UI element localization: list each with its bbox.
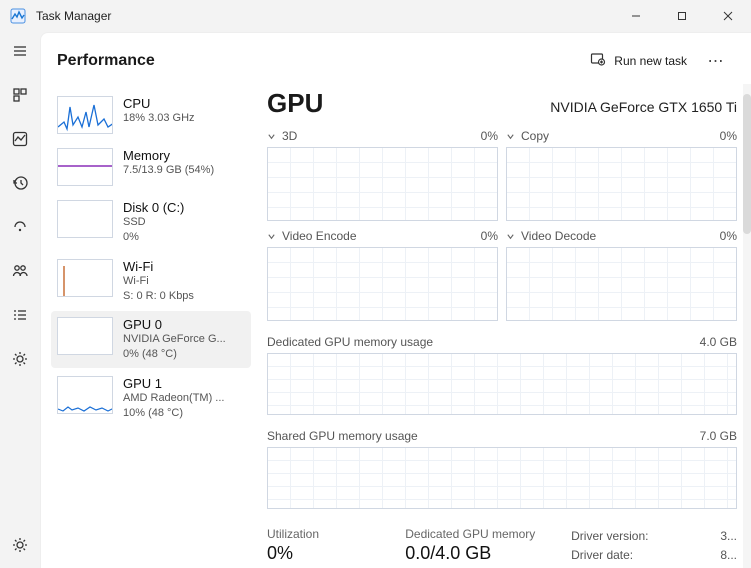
mini-label: Video Encode xyxy=(282,229,357,243)
run-new-task-label: Run new task xyxy=(614,54,687,68)
sidebar-item-title: Memory xyxy=(123,148,214,163)
sidebar-item-sub: AMD Radeon(TM) ... xyxy=(123,391,224,406)
chart-dedicated-mem[interactable] xyxy=(267,353,737,415)
maximize-button[interactable] xyxy=(659,0,705,32)
mini-chart-video-encode: Video Encode 0% xyxy=(267,225,498,321)
shared-mem-label: Shared GPU memory usage xyxy=(267,429,418,443)
gpu1-thumb xyxy=(57,376,113,414)
chart-video-encode[interactable] xyxy=(267,247,498,321)
page-title: Performance xyxy=(57,52,155,70)
sidebar-item-disk[interactable]: Disk 0 (C:) SSD 0% xyxy=(51,194,251,251)
startup-icon[interactable] xyxy=(9,216,31,238)
more-button[interactable]: ⋯ xyxy=(701,51,731,71)
chart-copy[interactable] xyxy=(506,147,737,221)
mem-value: 0.0/4.0 GB xyxy=(405,543,571,564)
content-card: Performance Run new task ⋯ CPU 18% 3.03 … xyxy=(40,32,751,568)
mini-value: 0% xyxy=(720,229,737,243)
chevron-down-icon[interactable] xyxy=(267,132,276,141)
gpu-title: GPU xyxy=(267,88,323,119)
sidebar-item-gpu0[interactable]: GPU 0 NVIDIA GeForce G... 0% (48 °C) xyxy=(51,311,251,368)
mini-label: 3D xyxy=(282,129,297,143)
users-icon[interactable] xyxy=(9,260,31,282)
sidebar-item-sub2: 10% (48 °C) xyxy=(123,406,224,421)
services-icon[interactable] xyxy=(9,348,31,370)
title-bar: Task Manager xyxy=(0,0,751,32)
mini-label: Video Decode xyxy=(521,229,596,243)
sidebar-item-title: GPU 0 xyxy=(123,317,226,332)
history-icon[interactable] xyxy=(9,172,31,194)
driver-version-value: 3... xyxy=(720,527,737,546)
nav-rail xyxy=(0,32,40,568)
chevron-down-icon[interactable] xyxy=(506,232,515,241)
driver-date-value: 8... xyxy=(720,546,737,565)
wifi-thumb xyxy=(57,259,113,297)
gpu0-thumb xyxy=(57,317,113,355)
performance-icon[interactable] xyxy=(9,128,31,150)
sidebar-item-title: Wi-Fi xyxy=(123,259,194,274)
mini-label: Copy xyxy=(521,129,549,143)
app-icon xyxy=(10,8,26,24)
sidebar-item-sub2: S: 0 R: 0 Kbps xyxy=(123,289,194,304)
sidebar-item-wifi[interactable]: Wi-Fi Wi-Fi S: 0 R: 0 Kbps xyxy=(51,253,251,310)
chart-3d[interactable] xyxy=(267,147,498,221)
sidebar-item-memory[interactable]: Memory 7.5/13.9 GB (54%) xyxy=(51,142,251,192)
disk-thumb xyxy=(57,200,113,238)
dedicated-mem-label: Dedicated GPU memory usage xyxy=(267,335,433,349)
run-new-task-button[interactable]: Run new task xyxy=(584,47,693,74)
mini-value: 0% xyxy=(481,129,498,143)
chevron-down-icon[interactable] xyxy=(506,132,515,141)
scrollbar-thumb[interactable] xyxy=(743,94,751,234)
main-panel: GPU NVIDIA GeForce GTX 1650 Ti 3D 0% Cop… xyxy=(251,84,743,568)
driver-date-label: Driver date: xyxy=(571,546,633,565)
minimize-button[interactable] xyxy=(613,0,659,32)
sidebar-item-title: Disk 0 (C:) xyxy=(123,200,184,215)
mini-value: 0% xyxy=(720,129,737,143)
mini-chart-3d: 3D 0% xyxy=(267,125,498,221)
gpu-device-name: NVIDIA GeForce GTX 1650 Ti xyxy=(550,99,737,115)
shared-mem-max: 7.0 GB xyxy=(700,429,737,443)
performance-sidebar: CPU 18% 3.03 GHz Memory 7.5/13.9 GB (54%… xyxy=(41,84,251,568)
sidebar-item-sub: NVIDIA GeForce G... xyxy=(123,332,226,347)
sidebar-item-sub: 18% 3.03 GHz xyxy=(123,111,195,126)
memory-thumb xyxy=(57,148,113,186)
settings-icon[interactable] xyxy=(9,534,31,556)
run-task-icon xyxy=(590,51,606,70)
sidebar-item-sub2: 0% (48 °C) xyxy=(123,347,226,362)
dedicated-mem-max: 4.0 GB xyxy=(700,335,737,349)
mem-label: Dedicated GPU memory xyxy=(405,527,571,541)
hamburger-icon[interactable] xyxy=(9,40,31,62)
sidebar-item-sub: SSD xyxy=(123,215,184,230)
processes-icon[interactable] xyxy=(9,84,31,106)
app-title: Task Manager xyxy=(36,9,111,23)
mini-chart-copy: Copy 0% xyxy=(506,125,737,221)
cpu-thumb xyxy=(57,96,113,134)
mini-value: 0% xyxy=(481,229,498,243)
details-icon[interactable] xyxy=(9,304,31,326)
scrollbar[interactable] xyxy=(743,84,751,568)
util-value: 0% xyxy=(267,543,405,564)
close-button[interactable] xyxy=(705,0,751,32)
sidebar-item-title: GPU 1 xyxy=(123,376,224,391)
sidebar-item-cpu[interactable]: CPU 18% 3.03 GHz xyxy=(51,90,251,140)
window-controls xyxy=(613,0,751,32)
sidebar-item-title: CPU xyxy=(123,96,195,111)
page-header: Performance Run new task ⋯ xyxy=(41,33,751,84)
sidebar-item-sub2: 0% xyxy=(123,230,184,245)
driver-version-label: Driver version: xyxy=(571,527,648,546)
sidebar-item-sub: Wi-Fi xyxy=(123,274,194,289)
sidebar-item-gpu1[interactable]: GPU 1 AMD Radeon(TM) ... 10% (48 °C) xyxy=(51,370,251,427)
mini-chart-video-decode: Video Decode 0% xyxy=(506,225,737,321)
chart-video-decode[interactable] xyxy=(506,247,737,321)
sidebar-item-sub: 7.5/13.9 GB (54%) xyxy=(123,163,214,178)
chart-shared-mem[interactable] xyxy=(267,447,737,509)
chevron-down-icon[interactable] xyxy=(267,232,276,241)
util-label: Utilization xyxy=(267,527,405,541)
